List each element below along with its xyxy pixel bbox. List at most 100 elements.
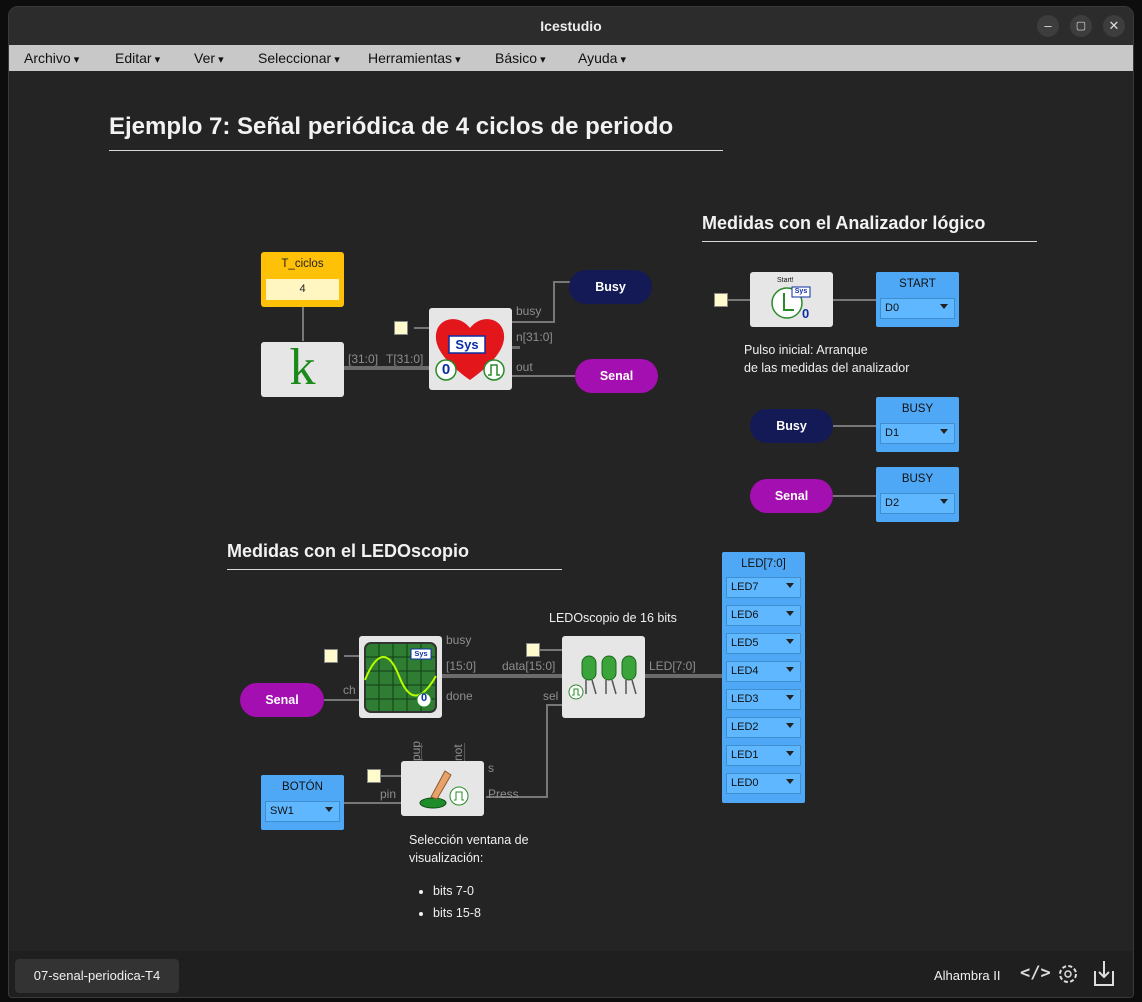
busy-label[interactable]: Busy — [569, 270, 652, 304]
close-button[interactable]: ✕ — [1103, 15, 1125, 37]
led-bus-output[interactable]: LED[7:0] LED7 LED6 LED5 LED4 LED3 LED2 L… — [722, 552, 805, 803]
analyzer-start-output[interactable]: START D0 — [876, 272, 959, 327]
status-bar: 07-senal-periodica-T4 Alhambra II </> — [9, 951, 1133, 997]
constant-block[interactable]: T_ciclos 4 — [261, 252, 344, 307]
senal-label[interactable]: Senal — [750, 479, 833, 513]
note-line: Selección ventana de — [409, 833, 529, 847]
clock-input[interactable] — [394, 321, 408, 335]
clock-input[interactable] — [526, 643, 540, 657]
led-select[interactable]: LED3 — [726, 689, 801, 710]
board-name[interactable]: Alhambra II — [934, 968, 1000, 983]
pin-label: [31:0] — [348, 352, 379, 366]
oscilloscope-block[interactable]: Sys 0 — [359, 636, 442, 718]
zero-badge: 0 — [802, 306, 810, 321]
clock-input[interactable] — [714, 293, 728, 307]
chevron-down-icon — [940, 304, 948, 309]
constant-k-block[interactable]: k — [261, 339, 344, 397]
pin-label-sel: sel — [543, 689, 559, 703]
wire — [344, 802, 401, 804]
maximize-button[interactable]: ▢ — [1070, 15, 1092, 37]
pin-label-out: out — [516, 360, 533, 374]
senal-label[interactable]: Senal — [240, 683, 324, 717]
output-name: BUSY — [901, 473, 934, 485]
ledoscope-block[interactable] — [562, 636, 645, 718]
menu-herramientas[interactable]: Herramientas — [368, 50, 461, 66]
wire — [324, 699, 359, 701]
led-select[interactable]: LED5 — [726, 633, 801, 654]
menu-ver[interactable]: Ver — [194, 50, 224, 66]
clock-input[interactable] — [367, 769, 381, 783]
led-value: LED4 — [731, 665, 759, 677]
pin-label-press: Press — [488, 787, 519, 801]
chevron-down-icon — [786, 611, 794, 616]
led-select[interactable]: LED2 — [726, 717, 801, 738]
wire — [553, 281, 571, 283]
pulse-note: Pulso inicial: Arranque de las medidas d… — [744, 341, 909, 377]
design-canvas[interactable]: Ejemplo 7: Señal periódica de 4 ciclos d… — [9, 71, 1133, 951]
senal-label[interactable]: Senal — [575, 359, 658, 393]
chevron-down-icon — [786, 751, 794, 756]
wire — [512, 321, 554, 323]
code-icon[interactable]: </> — [1020, 963, 1051, 983]
note-line: Pulso inicial: Arranque — [744, 343, 868, 357]
clock-input[interactable] — [324, 649, 338, 663]
chevron-down-icon — [786, 583, 794, 588]
pin-select[interactable]: SW1 — [265, 801, 340, 822]
periodic-signal-block[interactable]: Sys 0 — [429, 308, 512, 390]
led-value: LED0 — [731, 777, 759, 789]
chevron-down-icon — [786, 639, 794, 644]
start-caption: Start! — [777, 277, 794, 284]
zero-badge: 0 — [420, 692, 428, 704]
sys-badge: Sys — [455, 337, 479, 352]
busy-label[interactable]: Busy — [750, 409, 833, 443]
menu-basico[interactable]: Básico — [495, 50, 546, 66]
bus-wire — [344, 366, 429, 370]
constant-value-field[interactable]: 4 — [266, 279, 339, 300]
output-name: START — [899, 278, 936, 290]
zero-badge: 0 — [441, 361, 451, 378]
download-icon[interactable] — [1093, 959, 1115, 987]
led-select[interactable]: LED7 — [726, 577, 801, 598]
menu-archivo[interactable]: Archivo — [24, 50, 79, 66]
wire — [464, 743, 465, 761]
led-select[interactable]: LED4 — [726, 661, 801, 682]
led-select[interactable]: LED0 — [726, 773, 801, 794]
analyzer-heading: Medidas con el Analizador lógico — [702, 213, 986, 233]
constant-name: T_ciclos — [281, 258, 324, 270]
menu-bar: Archivo Editar Ver Seleccionar Herramien… — [9, 45, 1133, 71]
chevron-down-icon — [940, 429, 948, 434]
start-pulse-block[interactable]: Start! Sys 0 — [750, 272, 833, 327]
bus-wire — [442, 674, 562, 678]
led-select[interactable]: LED6 — [726, 605, 801, 626]
pin-label-busy: busy — [446, 633, 472, 647]
boton-input[interactable]: BOTÓN SW1 — [261, 775, 344, 830]
pushbutton-block[interactable] — [401, 761, 484, 816]
led-value: LED6 — [731, 609, 759, 621]
window-title: Icestudio — [540, 18, 602, 34]
chevron-down-icon — [786, 667, 794, 672]
menu-seleccionar[interactable]: Seleccionar — [258, 50, 340, 66]
analyzer-busy-output[interactable]: BUSY D1 — [876, 397, 959, 452]
pin-label-pin: pin — [380, 787, 397, 801]
leds-icon — [568, 655, 637, 700]
file-tab[interactable]: 07-senal-periodica-T4 — [15, 959, 179, 993]
menu-ayuda[interactable]: Ayuda — [578, 50, 626, 66]
pin-select[interactable]: D0 — [880, 298, 955, 319]
led-select[interactable]: LED1 — [726, 745, 801, 766]
pin-select[interactable]: D2 — [880, 493, 955, 514]
ledoscope-underline — [227, 569, 562, 570]
ledoscope-title: LEDOscopio de 16 bits — [549, 611, 677, 625]
menu-editar[interactable]: Editar — [115, 50, 160, 66]
minimize-button[interactable]: – — [1037, 15, 1059, 37]
settings-gear-icon[interactable] — [1056, 962, 1080, 986]
analyzer-senal-output[interactable]: BUSY D2 — [876, 467, 959, 522]
pin-label-n: n[31:0] — [516, 330, 553, 344]
wire — [546, 704, 548, 798]
bullet-item: bits 15-8 — [433, 902, 529, 924]
chevron-down-icon — [786, 695, 794, 700]
pin-select[interactable]: D1 — [880, 423, 955, 444]
wire — [833, 425, 876, 427]
title-underline — [109, 150, 723, 151]
app-window: Icestudio – ▢ ✕ Archivo Editar Ver Selec… — [8, 6, 1134, 998]
wire — [512, 375, 582, 377]
